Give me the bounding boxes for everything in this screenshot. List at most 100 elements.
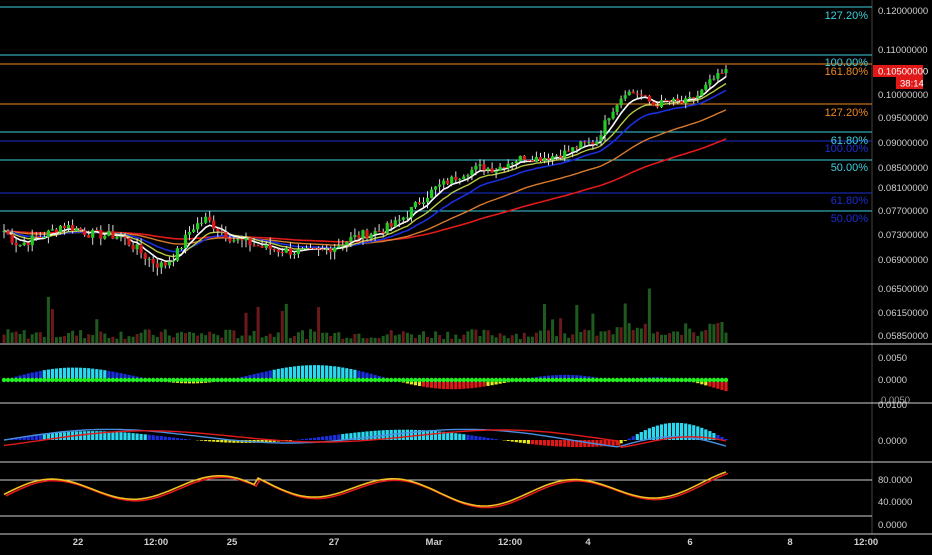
- zero-dot: [216, 378, 220, 382]
- volume-bar: [99, 332, 102, 343]
- zero-dot: [478, 378, 482, 382]
- candle-body: [418, 202, 421, 204]
- volume-bar: [241, 336, 244, 343]
- volume-bar: [152, 335, 155, 343]
- fib-label: 50.00%: [831, 162, 869, 174]
- zero-dot: [316, 378, 320, 382]
- stoch-tick: 80.0000: [878, 475, 912, 486]
- zero-dot: [550, 378, 554, 382]
- candle-body: [253, 245, 256, 246]
- volume-bar: [474, 330, 477, 343]
- zero-dot: [199, 378, 203, 382]
- volume-bar: [357, 334, 360, 343]
- volume-bar: [644, 324, 647, 343]
- candle-body: [700, 90, 703, 96]
- candle-body: [337, 246, 340, 248]
- candle-body: [365, 230, 368, 238]
- volume-bar: [71, 331, 74, 343]
- volume-bar: [398, 334, 401, 343]
- macd-bar: [144, 434, 147, 440]
- trading-chart[interactable]: 127.20% 100.00% 161.80% 127.20% 61.80% 1…: [0, 0, 932, 550]
- candle-body: [466, 175, 469, 176]
- macd-bar: [111, 432, 114, 440]
- candle-body: [27, 243, 30, 246]
- candle-body: [236, 239, 239, 240]
- macd-bar: [474, 436, 477, 440]
- macd-bar: [470, 435, 473, 440]
- candle-body: [244, 238, 247, 240]
- volume-bar: [91, 335, 94, 343]
- macd-bar: [624, 440, 627, 441]
- volume-bar: [515, 334, 518, 343]
- macd-tick: 0.0100: [878, 400, 907, 411]
- macd-tick: 0.0000: [878, 436, 907, 447]
- zero-dot: [417, 378, 421, 382]
- volume-bar: [636, 328, 639, 343]
- macd-bar: [164, 437, 167, 440]
- zero-dot: [708, 378, 712, 382]
- volume-bar: [616, 327, 619, 343]
- volume-bar: [321, 333, 324, 343]
- volume-bar: [721, 322, 724, 343]
- zero-dot: [280, 378, 284, 382]
- volume-bar: [575, 305, 578, 343]
- zero-dot: [671, 378, 675, 382]
- macd-bar: [628, 439, 631, 440]
- macd-bar: [644, 430, 647, 440]
- macd-bar: [482, 437, 485, 440]
- candle-body: [438, 185, 441, 187]
- volume-bar: [366, 338, 369, 343]
- volume-bar: [111, 337, 114, 343]
- candle-body: [486, 168, 489, 170]
- candle-body: [321, 249, 324, 250]
- candle-body: [35, 236, 38, 237]
- volume-bar: [712, 324, 715, 343]
- macd-bar: [180, 439, 183, 440]
- zero-dot: [119, 378, 123, 382]
- candle-body: [301, 249, 304, 250]
- volume-bar: [672, 331, 675, 343]
- volume-bar: [442, 339, 445, 343]
- candle-body: [382, 232, 385, 234]
- candle-body: [353, 235, 356, 237]
- zero-dot: [163, 378, 167, 382]
- zero-dot: [232, 378, 236, 382]
- zero-dot: [498, 378, 502, 382]
- time-tick: 6: [687, 537, 692, 548]
- zero-dot: [276, 378, 280, 382]
- price-tick: 0.05850000: [878, 331, 928, 342]
- price-tick: 0.06150000: [878, 308, 928, 319]
- zero-dot: [74, 378, 78, 382]
- macd-bar: [531, 440, 534, 444]
- macd-bar: [301, 439, 304, 440]
- zero-dot: [667, 378, 671, 382]
- chart-canvas[interactable]: 127.20% 100.00% 161.80% 127.20% 61.80% 1…: [0, 0, 932, 550]
- zero-dot: [365, 378, 369, 382]
- zero-dot: [345, 378, 349, 382]
- macd-bar: [63, 432, 66, 440]
- zero-dot: [341, 378, 345, 382]
- candle-body: [224, 232, 227, 238]
- candle-body: [607, 118, 610, 120]
- volume-bar: [519, 339, 522, 343]
- volume-bar: [454, 335, 457, 343]
- candle-body: [2, 231, 5, 232]
- zero-dot: [179, 378, 183, 382]
- macd-bar: [309, 438, 312, 440]
- volume-bar: [652, 333, 655, 343]
- macd-bar: [365, 431, 368, 440]
- volume-bar: [559, 318, 562, 343]
- candle-body: [507, 164, 510, 168]
- volume-bar: [547, 330, 550, 343]
- candle-body: [616, 105, 619, 112]
- candle-body: [462, 177, 465, 180]
- candle-body: [136, 244, 139, 249]
- candle-body: [31, 236, 34, 246]
- volume-bar: [293, 336, 296, 343]
- volume-bar: [704, 330, 707, 343]
- volume-bar: [604, 331, 607, 343]
- volume-bar: [531, 337, 534, 343]
- candle-body: [51, 229, 54, 230]
- time-tick: Mar: [426, 537, 443, 548]
- candle-body: [612, 112, 615, 119]
